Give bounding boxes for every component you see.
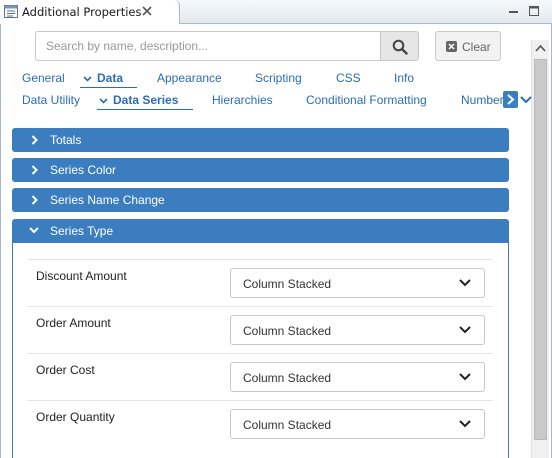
tabs-scroll-right-button[interactable] — [503, 91, 518, 108]
chevron-right-icon — [31, 195, 38, 205]
properties-view-icon — [4, 5, 18, 18]
chevron-right-icon — [31, 135, 38, 145]
select-value: Column Stacked — [243, 277, 332, 291]
clear-label: Clear — [462, 40, 491, 54]
window-title: Additional Properties — [22, 5, 142, 19]
tab-data-series[interactable]: Data Series — [99, 93, 178, 107]
tab-info[interactable]: Info — [394, 71, 414, 85]
tab-scripting[interactable]: Scripting — [255, 71, 302, 85]
scroll-up-icon[interactable] — [532, 40, 549, 57]
section-totals[interactable]: Totals — [12, 128, 509, 152]
chevron-right-icon — [31, 165, 38, 175]
section-label: Series Color — [50, 163, 117, 177]
tab-css[interactable]: CSS — [336, 71, 361, 85]
select-value: Column Stacked — [243, 371, 332, 385]
series-type-select-order-cost[interactable]: Column Stacked — [230, 362, 485, 392]
tab-hierarchies[interactable]: Hierarchies — [212, 93, 273, 107]
chevron-down-icon — [83, 76, 92, 82]
tab-appearance[interactable]: Appearance — [157, 71, 222, 85]
tab-general[interactable]: General — [22, 71, 65, 85]
row-divider — [27, 306, 493, 307]
section-label: Series Name Change — [50, 193, 165, 207]
minimize-icon[interactable] — [507, 4, 521, 18]
tab-conditional-formatting[interactable]: Conditional Formatting — [306, 93, 427, 107]
row-divider — [27, 400, 493, 401]
chevron-down-icon — [99, 98, 108, 104]
search-icon — [392, 39, 408, 55]
row-divider — [27, 259, 493, 260]
tab-data-series-underline — [97, 109, 193, 110]
section-series-type[interactable]: Series Type — [12, 219, 509, 243]
select-value: Column Stacked — [243, 418, 332, 432]
title-bar: Additional Properties — [0, 0, 552, 25]
series-type-select-discount-amount[interactable]: Column Stacked — [230, 268, 485, 298]
tab-data-series-label: Data Series — [113, 93, 179, 107]
maximize-icon[interactable] — [527, 4, 541, 18]
series-type-select-order-quantity[interactable]: Column Stacked — [230, 409, 485, 439]
tab-data-utility[interactable]: Data Utility — [22, 93, 80, 107]
close-icon[interactable] — [141, 5, 153, 17]
select-value: Column Stacked — [243, 324, 332, 338]
tabs-overflow-icon[interactable] — [519, 91, 533, 108]
clear-button[interactable]: Clear — [435, 31, 501, 61]
tab-data-label: Data — [97, 71, 124, 85]
series-label-order-cost: Order Cost — [36, 363, 95, 377]
chevron-down-icon — [459, 373, 471, 381]
section-label: Series Type — [50, 224, 114, 238]
section-series-name-change[interactable]: Series Name Change — [12, 188, 509, 212]
series-label-discount-amount: Discount Amount — [36, 269, 127, 283]
series-label-order-quantity: Order Quantity — [36, 410, 115, 424]
vertical-scrollbar[interactable] — [531, 40, 549, 458]
chevron-down-icon — [459, 326, 471, 334]
chevron-down-icon — [459, 420, 471, 428]
series-type-select-order-amount[interactable]: Column Stacked — [230, 315, 485, 345]
tab-data[interactable]: Data — [83, 71, 123, 85]
series-label-order-amount: Order Amount — [36, 316, 111, 330]
view-tab[interactable]: Additional Properties — [0, 0, 180, 25]
tab-data-underline — [80, 87, 137, 88]
scroll-thumb[interactable] — [534, 59, 547, 440]
chevron-down-icon — [29, 227, 39, 234]
chevron-right-icon — [507, 94, 515, 105]
search-button[interactable] — [380, 31, 419, 61]
section-label: Totals — [50, 133, 82, 147]
search-input[interactable] — [35, 31, 381, 61]
row-divider — [27, 353, 493, 354]
chevron-down-icon — [459, 279, 471, 287]
section-series-color[interactable]: Series Color — [12, 158, 509, 182]
tab-number[interactable]: Number — [461, 93, 503, 107]
clear-icon — [446, 41, 457, 52]
